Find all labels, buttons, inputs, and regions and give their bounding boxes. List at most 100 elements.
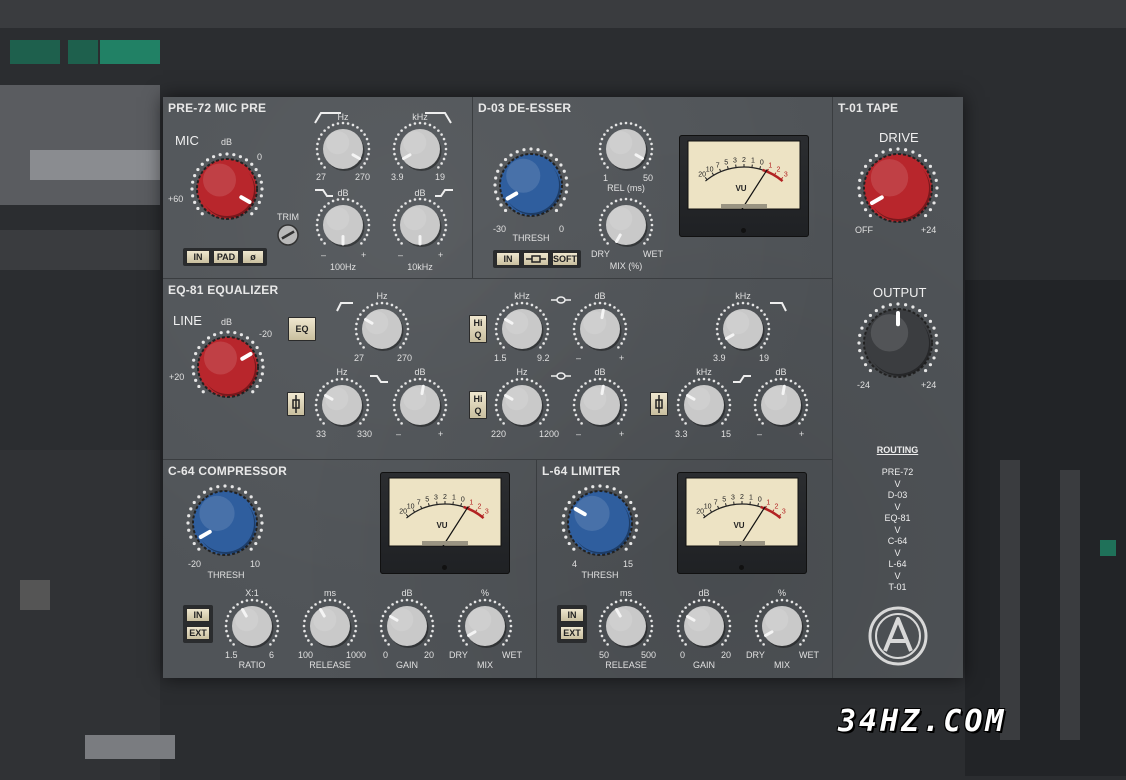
- daw-fader: [20, 580, 50, 610]
- routing-title: ROUTING: [833, 445, 962, 457]
- daw-right-mixer: [965, 280, 1126, 776]
- comp-thresh-knob[interactable]: [186, 484, 264, 562]
- limiter-mix-knob[interactable]: [754, 598, 810, 654]
- eq-low-freq-knob[interactable]: [314, 377, 370, 433]
- knob-graphic: [457, 598, 513, 654]
- eq-high-band-button[interactable]: [650, 392, 668, 416]
- eq-k3-min: –: [576, 353, 581, 363]
- pre72-khz-knob[interactable]: [392, 121, 448, 177]
- limiter-gain-knob[interactable]: [676, 598, 732, 654]
- eq-mid2-gain-knob[interactable]: [572, 377, 628, 433]
- svg-text:7: 7: [716, 162, 720, 169]
- eq-k3-max: +: [619, 353, 624, 363]
- lowcut-icon: [335, 301, 355, 313]
- gain-unit: dB: [401, 588, 412, 598]
- comp-release-knob[interactable]: [302, 598, 358, 654]
- eq-button[interactable]: EQ: [288, 317, 316, 341]
- output-min-label: -24: [857, 380, 870, 390]
- comp-mix-knob[interactable]: [457, 598, 513, 654]
- limiter-mix-unit: %: [778, 588, 786, 598]
- deesser-thresh-knob[interactable]: [493, 147, 569, 223]
- eq-mid1-freq-knob[interactable]: [494, 301, 550, 357]
- comp-in-button[interactable]: IN: [186, 608, 210, 622]
- svg-text:3: 3: [731, 495, 735, 502]
- routing-item: PRE-72: [833, 467, 962, 479]
- eq-highcut-knob[interactable]: [715, 301, 771, 357]
- eq-low-band-button[interactable]: [287, 392, 305, 416]
- svg-text:3: 3: [784, 171, 788, 178]
- daw-green-button: [10, 40, 60, 64]
- d03-in-button[interactable]: IN: [496, 252, 520, 266]
- limiter-thresh-max: 15: [623, 559, 633, 569]
- hiq-button-1[interactable]: Hi Q: [469, 315, 487, 343]
- limiter-ext-button[interactable]: EXT: [560, 626, 584, 640]
- limiter-thresh-knob[interactable]: [561, 484, 639, 562]
- svg-text:2: 2: [742, 157, 746, 164]
- limiter-release-knob[interactable]: [598, 598, 654, 654]
- db1-freq-label: 100Hz: [330, 262, 356, 272]
- knob-graphic: [191, 330, 265, 404]
- pad-button[interactable]: PAD: [213, 250, 239, 264]
- release-label: RELEASE: [309, 660, 351, 670]
- svg-text:0: 0: [760, 159, 764, 166]
- drive-label: DRIVE: [879, 130, 919, 145]
- eq-lowcut-knob[interactable]: [354, 301, 410, 357]
- hz-max-label: 270: [355, 172, 370, 182]
- knob-graphic: [315, 197, 371, 253]
- svg-text:2: 2: [774, 503, 778, 510]
- routing-item: D-03: [833, 490, 962, 502]
- line-gain-knob[interactable]: [191, 330, 265, 404]
- eq-k4-min: 3.9: [713, 353, 726, 363]
- high-shelf-gain-knob[interactable]: [392, 197, 448, 253]
- high-shelf-icon: [731, 373, 753, 385]
- eq-mid2-freq-knob[interactable]: [494, 377, 550, 433]
- limiter-release-min: 50: [599, 650, 609, 660]
- comp-thresh-max: 10: [250, 559, 260, 569]
- knob-graphic: [754, 598, 810, 654]
- eq-k3-label: dB: [594, 291, 605, 301]
- pre72-in-button[interactable]: IN: [186, 250, 210, 264]
- knob-graphic: [277, 224, 299, 246]
- pre72-hz-knob[interactable]: [315, 121, 371, 177]
- trim-screw[interactable]: [277, 224, 299, 246]
- release-min: 100: [298, 650, 313, 660]
- comp-ext-button[interactable]: EXT: [186, 626, 210, 640]
- vu-graphic: 2010753210123VU: [380, 472, 510, 574]
- deesser-release-knob[interactable]: [598, 121, 654, 177]
- mic-gain-knob[interactable]: [190, 152, 264, 226]
- gain-min: 0: [383, 650, 388, 660]
- drive-knob[interactable]: [857, 147, 939, 229]
- limiter-release-max: 500: [641, 650, 656, 660]
- eq-k6-min: –: [396, 429, 401, 439]
- daw-track-field: [30, 150, 160, 180]
- low-shelf-gain-knob[interactable]: [315, 197, 371, 253]
- daw-mixer-area: [0, 450, 160, 780]
- output-knob[interactable]: [857, 302, 939, 384]
- routing-arrow: V: [833, 571, 962, 583]
- phase-button[interactable]: ø: [242, 250, 264, 264]
- routing-list: PRE-72 V D-03 V EQ-81 V C-64 V L-64 V T-…: [833, 467, 962, 594]
- knob-graphic: [314, 377, 370, 433]
- soft-button[interactable]: SOFT: [552, 252, 578, 266]
- knob-graphic: [561, 484, 639, 562]
- knob-graphic: [753, 377, 809, 433]
- pre72-section: PRE-72 MIC PRE MIC dB 0 +60 IN PAD ø TRI…: [163, 97, 473, 279]
- deesser-mix-knob[interactable]: [598, 197, 654, 253]
- comp-gain-knob[interactable]: [379, 598, 435, 654]
- eq-high-freq-knob[interactable]: [676, 377, 732, 433]
- routing-arrow: V: [833, 548, 962, 560]
- d03-filter-button[interactable]: [523, 252, 549, 266]
- routing-item: T-01: [833, 582, 962, 594]
- limiter-in-button[interactable]: IN: [560, 608, 584, 622]
- eq-mid1-gain-knob[interactable]: [572, 301, 628, 357]
- hiq-button-2[interactable]: Hi Q: [469, 391, 487, 419]
- eq-low-gain-knob[interactable]: [392, 377, 448, 433]
- ratio-knob[interactable]: [224, 598, 280, 654]
- rel-label: REL (ms): [607, 183, 645, 193]
- eq-k10-min: –: [757, 429, 762, 439]
- release-unit: ms: [324, 588, 336, 598]
- t01-section: T-01 TAPE DRIVE OFF +24 OUTPUT -24 +24 R…: [833, 97, 963, 678]
- eq-k8-label: dB: [594, 367, 605, 377]
- daw-top-bar: [0, 0, 1126, 28]
- eq-high-gain-knob[interactable]: [753, 377, 809, 433]
